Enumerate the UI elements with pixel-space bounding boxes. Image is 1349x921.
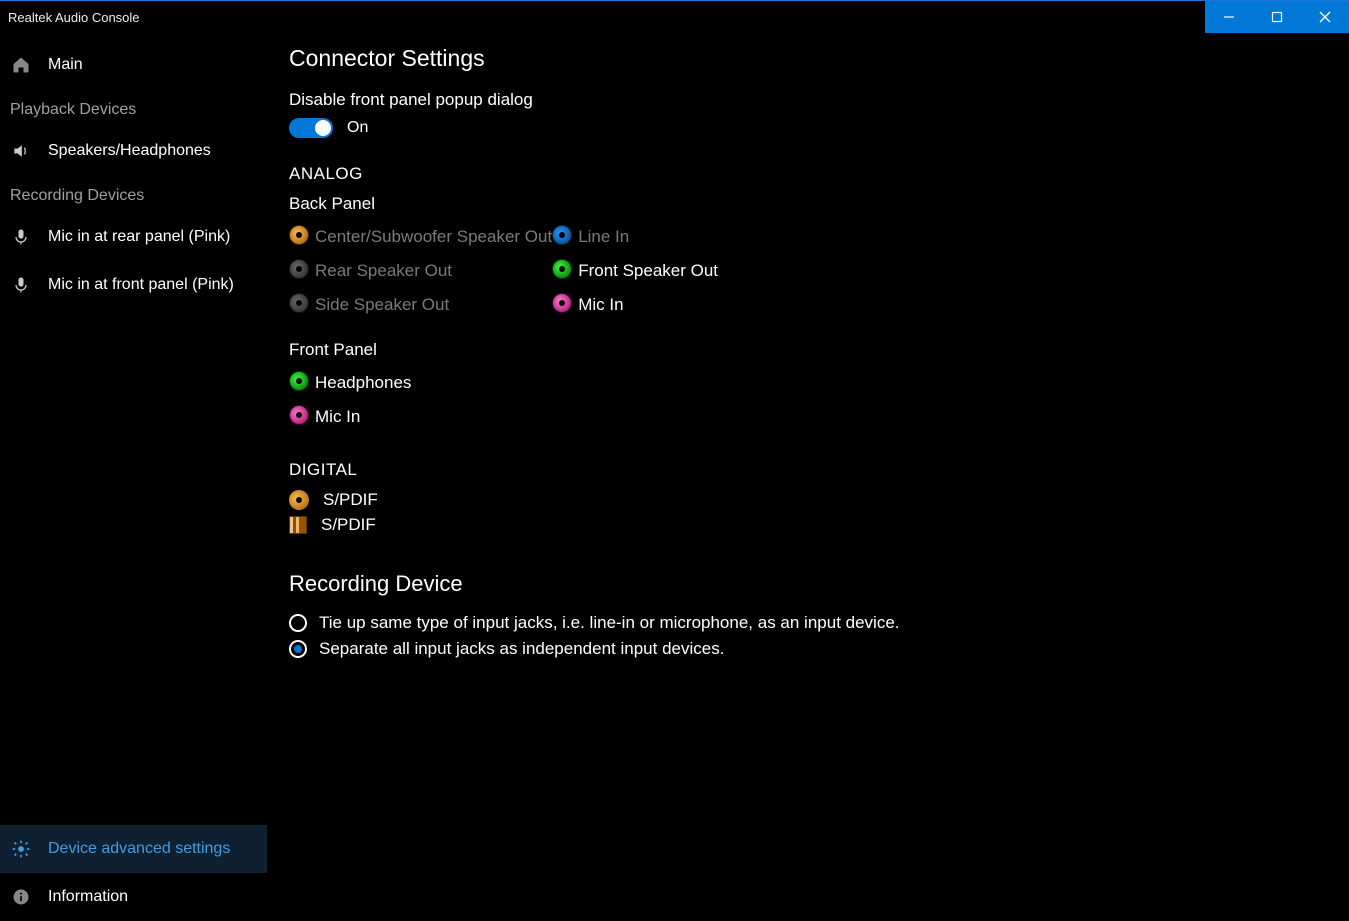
jack-label: Rear Speaker Out xyxy=(315,254,552,288)
back-panel-label: Back Panel xyxy=(289,194,1327,214)
sidebar-item-label: Device advanced settings xyxy=(48,840,230,858)
sidebar-item-advanced-settings[interactable]: Device advanced settings xyxy=(0,825,267,873)
sidebar: Main Playback Devices Speakers/Headphone… xyxy=(0,33,267,921)
spdif-label: S/PDIF xyxy=(321,515,376,535)
jack-line-in[interactable] xyxy=(552,225,572,245)
sidebar-item-main[interactable]: Main xyxy=(0,41,267,89)
window-controls xyxy=(1205,1,1349,33)
disable-popup-toggle[interactable] xyxy=(289,118,333,138)
sidebar-item-mic-rear[interactable]: Mic in at rear panel (Pink) xyxy=(0,213,267,261)
back-panel-jack-grid: Center/Subwoofer Speaker Out Line In Rea… xyxy=(289,220,718,322)
radio-icon xyxy=(289,640,307,658)
minimize-icon xyxy=(1223,11,1235,23)
radio-option-separate[interactable]: Separate all input jacks as independent … xyxy=(289,639,1327,659)
close-icon xyxy=(1319,11,1331,23)
jack-label: Front Speaker Out xyxy=(578,254,718,288)
jack-label: Line In xyxy=(578,220,718,254)
speaker-icon xyxy=(10,141,32,161)
window-close-button[interactable] xyxy=(1301,1,1349,33)
mic-icon xyxy=(10,227,32,247)
jack-center-sub[interactable] xyxy=(289,225,309,245)
gear-icon xyxy=(10,839,32,859)
page-title: Connector Settings xyxy=(289,45,1327,72)
toggle-state-label: On xyxy=(347,119,368,137)
jack-front-mic-in[interactable] xyxy=(289,405,309,425)
sidebar-item-label: Speakers/Headphones xyxy=(48,142,211,160)
content-area: Connector Settings Disable front panel p… xyxy=(267,33,1349,921)
sidebar-item-mic-front[interactable]: Mic in at front panel (Pink) xyxy=(0,261,267,309)
digital-heading: DIGITAL xyxy=(289,460,1327,480)
sidebar-item-speakers[interactable]: Speakers/Headphones xyxy=(0,127,267,175)
disable-popup-label: Disable front panel popup dialog xyxy=(289,90,1327,110)
spdif-coax-icon[interactable] xyxy=(289,490,309,510)
sidebar-section-recording: Recording Devices xyxy=(0,175,267,213)
maximize-icon xyxy=(1271,11,1283,23)
jack-headphones[interactable] xyxy=(289,371,309,391)
analog-heading: ANALOG xyxy=(289,164,1327,184)
home-icon xyxy=(10,55,32,75)
window-titlebar: Realtek Audio Console xyxy=(0,0,1349,33)
jack-rear-out[interactable] xyxy=(289,259,309,279)
sidebar-item-label: Information xyxy=(48,888,128,906)
spdif-optical-icon[interactable] xyxy=(289,516,307,534)
jack-label: Mic In xyxy=(315,400,411,434)
mic-icon xyxy=(10,275,32,295)
radio-icon xyxy=(289,614,307,632)
radio-option-tie[interactable]: Tie up same type of input jacks, i.e. li… xyxy=(289,613,1327,633)
window-maximize-button[interactable] xyxy=(1253,1,1301,33)
spdif-label: S/PDIF xyxy=(323,490,378,510)
front-panel-jack-grid: Headphones Mic In xyxy=(289,366,411,434)
jack-label: Side Speaker Out xyxy=(315,288,552,322)
info-icon xyxy=(10,887,32,907)
sidebar-item-label: Mic in at rear panel (Pink) xyxy=(48,228,230,246)
sidebar-item-label: Main xyxy=(48,56,83,74)
radio-label: Tie up same type of input jacks, i.e. li… xyxy=(319,613,900,633)
front-panel-label: Front Panel xyxy=(289,340,1327,360)
radio-label: Separate all input jacks as independent … xyxy=(319,639,724,659)
window-title: Realtek Audio Console xyxy=(8,10,140,25)
window-minimize-button[interactable] xyxy=(1205,1,1253,33)
sidebar-section-playback: Playback Devices xyxy=(0,89,267,127)
jack-side-out[interactable] xyxy=(289,293,309,313)
jack-mic-in[interactable] xyxy=(552,293,572,313)
jack-label: Center/Subwoofer Speaker Out xyxy=(315,220,552,254)
recording-device-heading: Recording Device xyxy=(289,571,1327,597)
sidebar-item-label: Mic in at front panel (Pink) xyxy=(48,276,234,294)
jack-label: Headphones xyxy=(315,366,411,400)
jack-label: Mic In xyxy=(578,288,718,322)
jack-front-out[interactable] xyxy=(552,259,572,279)
sidebar-item-information[interactable]: Information xyxy=(0,873,267,921)
